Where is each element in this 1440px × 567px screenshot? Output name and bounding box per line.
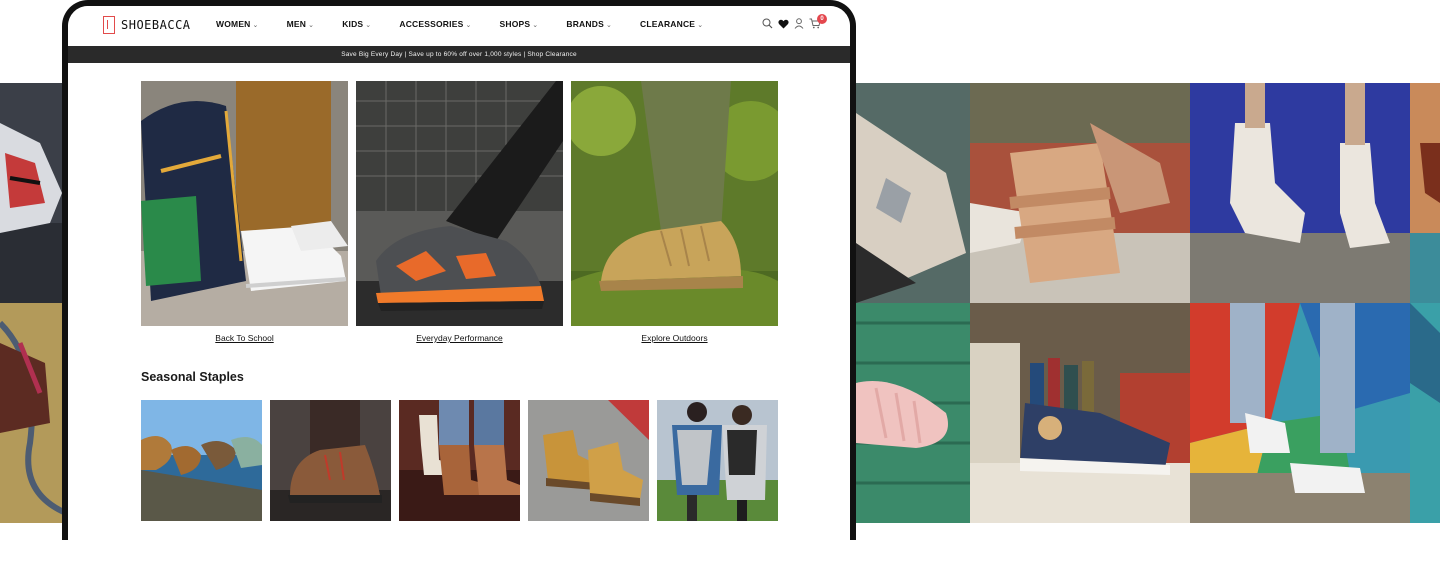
feature-caption[interactable]: Everyday Performance	[356, 333, 563, 343]
logo-mark-icon	[103, 16, 115, 34]
nav-item-accessories[interactable]: ACCESSORIES ⌄	[399, 19, 471, 29]
seasonal-thumb-work-boots[interactable]	[528, 400, 649, 521]
seasonal-thumb-boat-shoes[interactable]	[141, 400, 262, 521]
collage-photo-denim-sneaker	[970, 303, 1190, 523]
feature-caption[interactable]: Back To School	[141, 333, 348, 343]
feature-card-everyday-performance[interactable]: Everyday Performance	[356, 81, 563, 343]
nav-item-brands[interactable]: BRANDS ⌄	[566, 19, 612, 29]
seasonal-thumb-western-boots[interactable]	[399, 400, 520, 521]
chevron-down-icon: ⌄	[465, 22, 472, 29]
collage-photo-pink-slide	[856, 303, 970, 523]
nav-item-kids[interactable]: KIDS ⌄	[342, 19, 371, 29]
collage-photo-sneaker-left	[0, 83, 66, 303]
header-icons: 0	[762, 14, 827, 29]
laptop-frame: SHOEBACCA WOMEN ⌄ MEN ⌄ KIDS ⌄ ACCESSORIES ⌄…	[62, 0, 856, 540]
nav-item-women[interactable]: WOMEN ⌄	[216, 19, 259, 29]
chevron-down-icon: ⌄	[605, 22, 613, 29]
feature-image-backpack	[141, 81, 348, 326]
collage-photo-edge-top	[1410, 83, 1440, 303]
collage-photo-glitter-sneaker	[856, 83, 970, 303]
promo-banner[interactable]: Save Big Every Day | Save up to 60% off …	[68, 46, 850, 63]
nav-item-men[interactable]: MEN ⌄	[287, 19, 315, 29]
collage-photo-boot-left	[0, 303, 66, 523]
seasonal-thumb-brown-boot[interactable]	[270, 400, 391, 521]
collage-photo-white-boots	[1190, 83, 1410, 303]
collage-photo-sandal	[970, 83, 1190, 303]
nav-item-shops[interactable]: SHOPS ⌄	[500, 19, 539, 29]
chevron-down-icon: ⌄	[252, 22, 259, 29]
user-icon[interactable]	[794, 18, 804, 29]
feature-image-hiking-boot	[571, 81, 778, 326]
brand-name: SHOEBACCA	[121, 18, 191, 32]
cart-icon[interactable]: 0	[809, 14, 827, 29]
site-header: SHOEBACCA WOMEN ⌄ MEN ⌄ KIDS ⌄ ACCESSORIES ⌄…	[68, 6, 850, 46]
main-nav: WOMEN ⌄ MEN ⌄ KIDS ⌄ ACCESSORIES ⌄ SHOPS ⌄ BR…	[216, 19, 731, 29]
collage-photo-edge-bottom	[1410, 303, 1440, 523]
heart-icon[interactable]	[778, 19, 789, 29]
feature-image-running-shoe	[356, 81, 563, 326]
cart-count-badge: 0	[817, 14, 827, 24]
feature-card-back-to-school[interactable]: Back To School	[141, 81, 348, 343]
website-screen: SHOEBACCA WOMEN ⌄ MEN ⌄ KIDS ⌄ ACCESSORIES ⌄…	[68, 6, 850, 540]
brand-logo[interactable]: SHOEBACCA	[103, 16, 191, 34]
chevron-down-icon: ⌄	[365, 22, 372, 29]
chevron-down-icon: ⌄	[697, 22, 704, 29]
collage-photo-color-wall-sneakers	[1190, 303, 1410, 523]
seasonal-section-title: Seasonal Staples	[141, 370, 244, 384]
feature-caption[interactable]: Explore Outdoors	[571, 333, 778, 343]
feature-card-explore-outdoors[interactable]: Explore Outdoors	[571, 81, 778, 343]
nav-item-clearance[interactable]: CLEARANCE ⌄	[640, 19, 703, 29]
chevron-down-icon: ⌄	[532, 22, 539, 29]
seasonal-thumb-backpacks[interactable]	[657, 400, 778, 521]
search-icon[interactable]	[762, 18, 773, 29]
chevron-down-icon: ⌄	[308, 22, 315, 29]
